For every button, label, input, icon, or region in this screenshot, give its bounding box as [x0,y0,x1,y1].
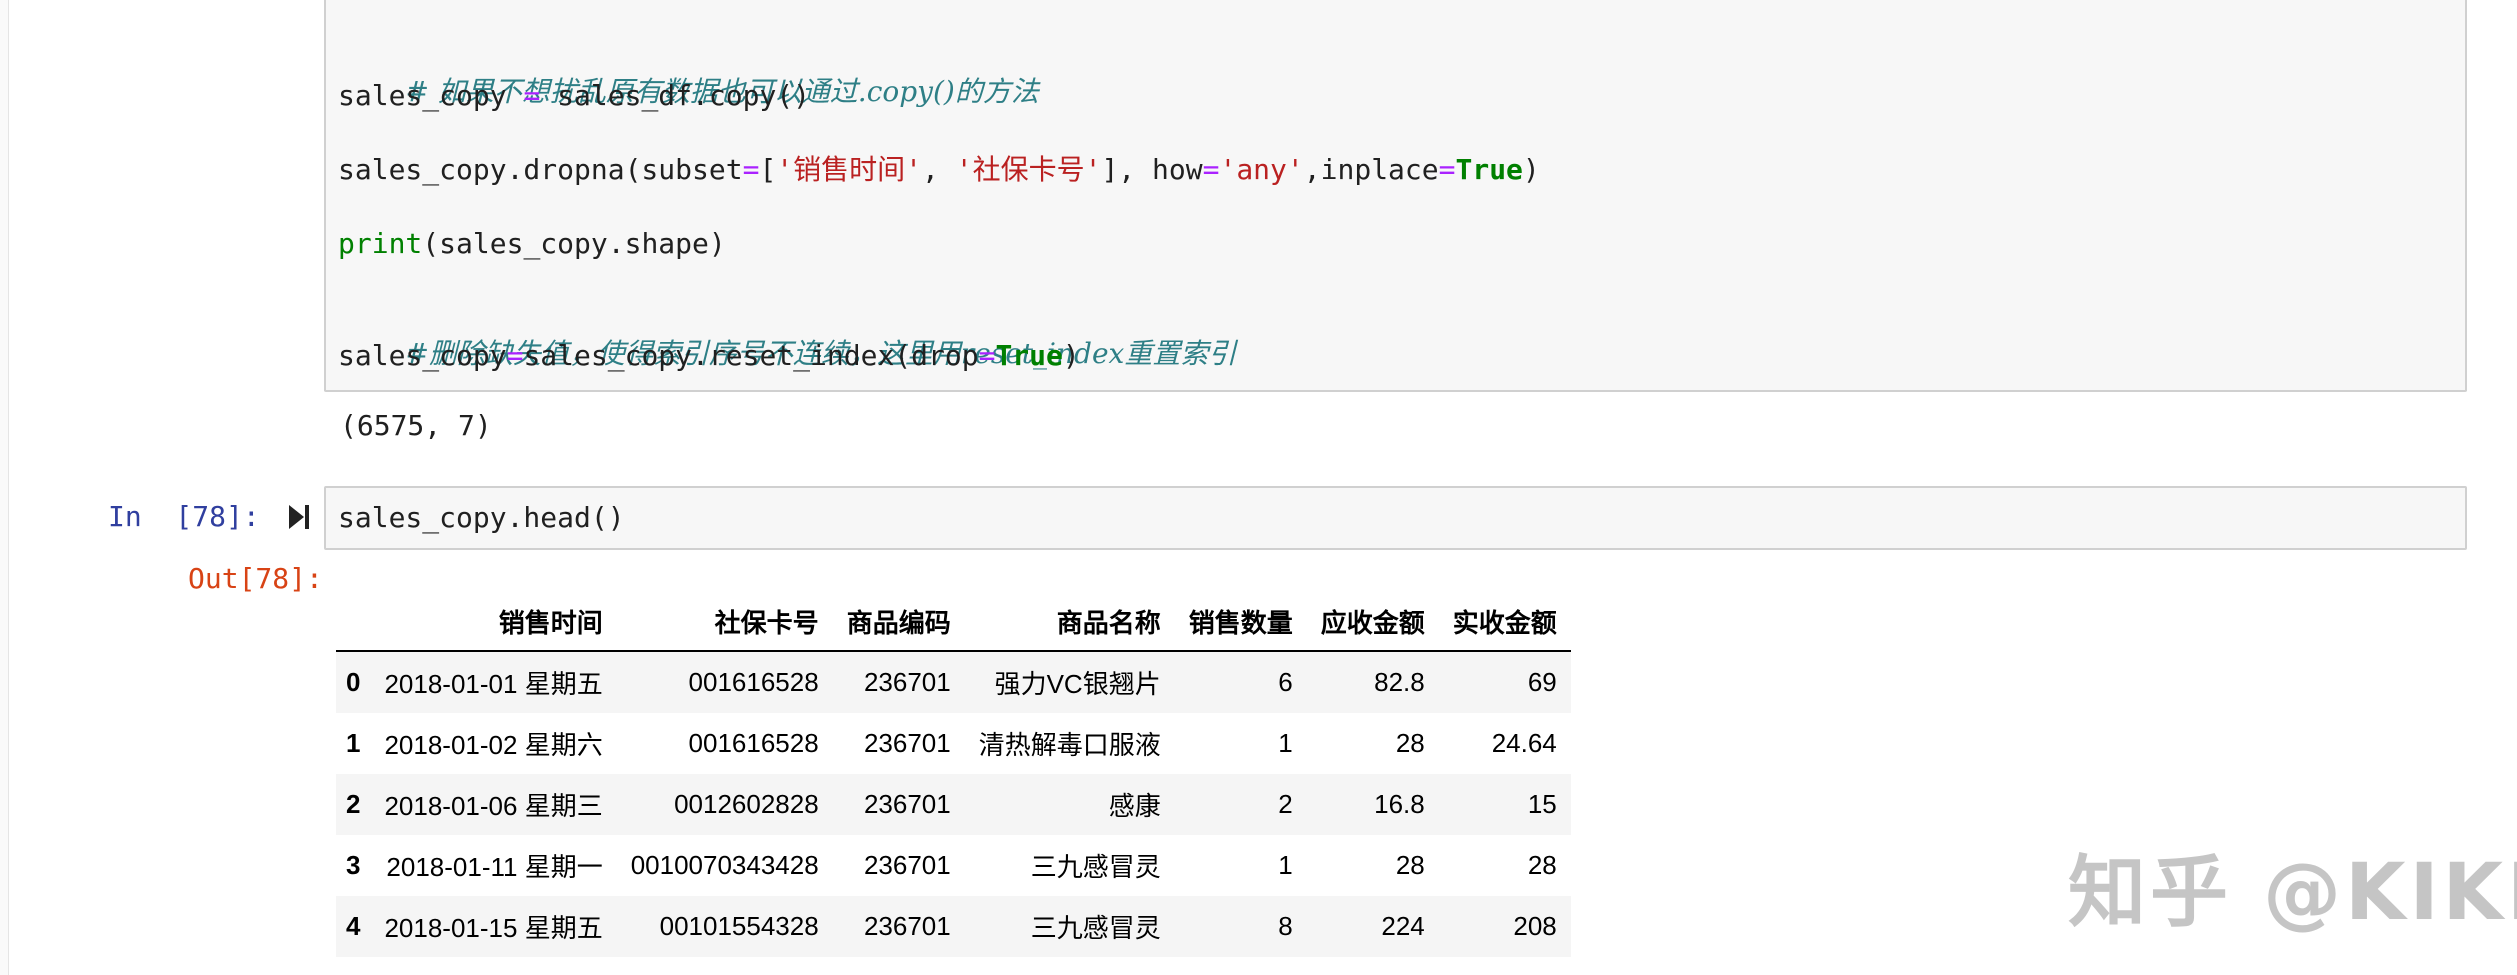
code-operator: = [978,339,996,372]
code-line-3: sales_copy.dropna(subset=['销售时间', '社保卡号'… [338,152,1540,188]
table-cell: 001616528 [688,667,819,697]
table-header-cell: 商品名称 [1056,607,1161,638]
cell-2-input-prompt: In [78]: [108,500,260,533]
code-text: ,inplace [1303,153,1439,186]
zhihu-watermark: 知乎 @KIKI [2068,848,2517,938]
table-row: 2 2018-01-06 星期三 0012602828 236701 感康 2 … [336,774,1571,835]
code-string: '社保卡号' [955,153,1102,186]
code-line-2: sales_copy = sales_df.copy() [338,78,810,114]
code-string: 'any' [1219,153,1304,186]
table-row: 1 2018-01-02 星期六 001616528 236701 清热解毒口服… [336,713,1571,774]
table-header-cell: 销售时间 [498,607,603,638]
table-header-cell: 实收金额 [1452,607,1557,638]
table-cell: 00101554328 [659,911,819,941]
table-header-cell: 销售数量 [1188,607,1293,638]
table-cell: 2018-01-02 星期六 [384,730,603,760]
table-cell: 感康 [1108,791,1161,821]
run-cell-icon[interactable] [289,503,311,531]
table-cell: 0010070343428 [630,850,819,880]
table-cell: 208 [1513,911,1557,941]
dataframe-output-table: 销售时间 社保卡号 商品编码 商品名称 销售数量 应收金额 实收金额 0 201… [336,592,1571,957]
table-cell: 001616528 [688,728,819,758]
code-keyword: True [1455,153,1523,186]
table-cell: 82.8 [1374,667,1425,697]
table-cell: 236701 [863,789,951,819]
code-cell-2-editor[interactable]: sales_copy.head() [324,486,2467,550]
code-text: , [922,153,956,186]
code-text: ], how [1101,153,1203,186]
row-index: 3 [346,850,361,880]
code-cell-1-editor[interactable]: # 如果不想扰乱原有数据也可以通过.copy()的方法 sales_copy =… [324,0,2467,392]
table-row: 4 2018-01-15 星期五 00101554328 236701 三九感冒… [336,896,1571,957]
code-text: (sales_copy.shape) [422,227,726,260]
table-cell: 236701 [863,911,951,941]
table-cell: 2018-01-06 星期三 [384,791,603,821]
code-operator: = [1202,153,1220,186]
code-line-6: sales_copy=sales_copy.reset_index(drop=T… [338,338,1080,374]
code-builtin: print [338,227,423,260]
row-index: 1 [346,728,361,758]
code-text: ) [1062,339,1080,372]
table-row: 0 2018-01-01 星期五 001616528 236701 强力VC银翘… [336,651,1571,713]
table-cell: 28 [1395,850,1425,880]
code-operator: = [523,79,541,112]
code-line: sales_copy.head() [338,501,625,534]
table-cell: 16.8 [1374,789,1425,819]
table-cell: 三九感冒灵 [1030,913,1161,943]
code-text: sales_copy.reset_index(drop [523,339,979,372]
table-cell: 236701 [863,850,951,880]
row-index: 2 [346,789,361,819]
table-row: 3 2018-01-11 星期一 0010070343428 236701 三九… [336,835,1571,896]
table-cell: 2018-01-01 星期五 [384,669,603,699]
page-left-border [0,0,9,975]
code-text: sales_copy.dropna(subset [338,153,743,186]
table-header-cell: 应收金额 [1320,607,1425,638]
row-index: 4 [346,911,361,941]
cell-1-stdout: (6575, 7) [340,409,492,442]
table-cell: 6 [1278,667,1293,697]
table-cell: 236701 [863,667,951,697]
code-operator: = [742,153,760,186]
table-cell: 28 [1527,850,1557,880]
row-index: 0 [346,667,361,697]
table-header-cell: 社保卡号 [714,607,819,638]
table-cell: 69 [1527,667,1557,697]
code-keyword: True [995,339,1063,372]
table-cell: 2018-01-11 星期一 [386,852,603,882]
code-operator: = [1438,153,1456,186]
code-text: ) [1522,153,1540,186]
table-header-cell: 商品编码 [846,607,951,638]
table-cell: 1 [1278,850,1293,880]
table-cell: 15 [1527,789,1557,819]
code-text: sales_copy [338,339,507,372]
code-text: sales_copy [338,79,524,112]
code-string: '销售时间' [776,153,923,186]
table-cell: 三九感冒灵 [1030,852,1161,882]
table-cell: 清热解毒口服液 [978,730,1161,760]
table-cell: 236701 [863,728,951,758]
table-cell: 2018-01-15 星期五 [384,913,603,943]
code-operator: = [506,339,524,372]
table-cell: 2 [1278,789,1293,819]
cell-2-output-prompt: Out[78]: [188,562,323,595]
table-cell: 28 [1395,728,1425,758]
code-text: [ [759,153,777,186]
table-header-cell [336,592,370,651]
code-text: sales_df.copy() [540,79,811,112]
table-cell: 8 [1278,911,1293,941]
table-cell: 强力VC银翘片 [994,669,1161,699]
table-header-row: 销售时间 社保卡号 商品编码 商品名称 销售数量 应收金额 实收金额 [336,592,1571,651]
table-cell: 224 [1381,911,1425,941]
table-cell: 24.64 [1491,728,1557,758]
table-cell: 0012602828 [674,789,819,819]
code-line-4: print(sales_copy.shape) [338,226,726,262]
table-cell: 1 [1278,728,1293,758]
